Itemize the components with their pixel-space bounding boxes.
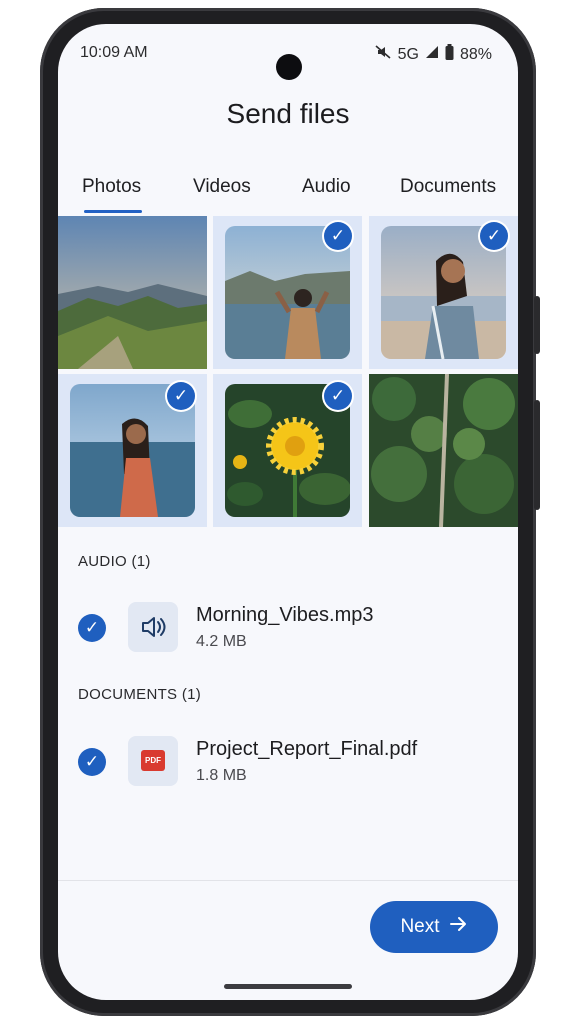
photo-tile[interactable] (369, 374, 518, 527)
photo-tile[interactable]: ✓ (58, 374, 207, 527)
selected-check-icon[interactable]: ✓ (78, 614, 106, 642)
selected-check-icon[interactable]: ✓ (78, 748, 106, 776)
file-name: Morning_Vibes.mp3 (196, 604, 374, 626)
signal-icon (425, 45, 439, 64)
next-button-label: Next (400, 916, 440, 937)
selected-check-icon: ✓ (324, 382, 352, 410)
photo-tile[interactable]: ✓ (369, 216, 518, 369)
file-name: Project_Report_Final.pdf (196, 738, 418, 760)
tab-documents[interactable]: Documents (400, 176, 496, 198)
audio-file-row[interactable]: ✓ Morning_Vibes.mp3 4.2 MB (58, 596, 518, 660)
screen: 10:09 AM 5G 88% Send files Photos Videos… (58, 24, 518, 1000)
page-title: Send files (226, 98, 350, 129)
tab-indicator (84, 210, 142, 213)
photo-grid: ✓ ✓ ✓ ✓ (58, 216, 518, 527)
documents-section-heading: DOCUMENTS (1) (78, 686, 202, 703)
status-bar: 10:09 AM 5G 88% (58, 42, 518, 80)
photo-tile[interactable]: ✓ (213, 374, 362, 527)
selected-check-icon: ✓ (480, 222, 508, 250)
selected-check-icon: ✓ (324, 222, 352, 250)
speaker-icon (128, 602, 178, 652)
power-button (534, 400, 540, 510)
photo-forest-aerial (369, 374, 518, 527)
pdf-icon: PDF (128, 736, 178, 786)
file-size: 1.8 MB (196, 767, 247, 784)
selected-check-icon: ✓ (167, 382, 195, 410)
audio-section-heading: AUDIO (1) (78, 553, 151, 570)
volume-button (534, 296, 540, 354)
status-time: 10:09 AM (80, 44, 148, 61)
tab-videos[interactable]: Videos (193, 176, 251, 198)
tab-bar: Photos Videos Audio Documents (58, 174, 518, 218)
photo-tile[interactable]: ✓ (213, 216, 362, 369)
network-label: 5G (397, 45, 419, 63)
battery-percent: 88% (459, 45, 492, 63)
home-indicator[interactable] (224, 984, 352, 989)
document-file-row[interactable]: ✓ PDF Project_Report_Final.pdf 1.8 MB (58, 730, 518, 794)
bottom-divider (58, 880, 518, 881)
pdf-badge: PDF (141, 750, 165, 771)
mute-icon (374, 44, 392, 65)
file-size: 4.2 MB (196, 633, 247, 650)
battery-icon (445, 44, 454, 65)
next-button[interactable]: Next (370, 901, 498, 953)
tab-photos[interactable]: Photos (82, 176, 141, 198)
photo-tile[interactable] (58, 216, 207, 369)
status-icons: 5G 88% (374, 44, 492, 65)
front-camera (276, 54, 302, 80)
arrow-right-icon (449, 916, 468, 938)
photo-mountain-landscape (58, 216, 207, 369)
tab-audio[interactable]: Audio (302, 176, 351, 198)
